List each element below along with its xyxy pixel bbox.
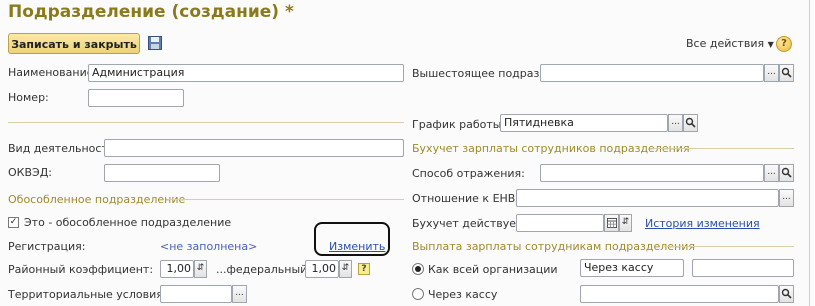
question-hint-icon[interactable]: ? <box>358 263 370 275</box>
reflection-method-label: Способ отражения: <box>412 167 525 180</box>
federal-coefficient-label: ...федеральный: <box>216 263 312 276</box>
accounting-valid-from-field[interactable] <box>516 214 604 232</box>
separate-division-checkbox[interactable]: ✓ <box>8 217 19 228</box>
envd-relation-field[interactable] <box>516 189 779 207</box>
spinner-icon[interactable]: ⇵ <box>194 260 207 278</box>
all-actions-label: Все действия <box>686 37 765 50</box>
magnifier-icon[interactable] <box>779 164 794 182</box>
spinner-icon[interactable]: ⇵ <box>619 214 632 232</box>
spinner-icon[interactable]: ⇵ <box>339 260 352 278</box>
name-field[interactable]: Администрация <box>88 64 404 82</box>
work-schedule-field[interactable]: Пятидневка <box>500 114 668 132</box>
radio-cash[interactable] <box>412 288 424 300</box>
parent-division-field[interactable] <box>540 64 764 82</box>
save-and-close-button[interactable]: Записать и закрыть <box>8 33 140 54</box>
activity-field[interactable] <box>104 139 404 157</box>
work-schedule-label: График работы: <box>412 118 506 131</box>
ellipsis-icon[interactable]: ... <box>668 114 683 132</box>
floppy-disk-icon[interactable] <box>148 36 162 50</box>
magnifier-icon[interactable] <box>779 285 794 303</box>
window-border <box>809 0 810 306</box>
magnifier-icon[interactable] <box>683 114 698 132</box>
highlight-annotation <box>314 222 390 256</box>
calendar-icon[interactable] <box>604 214 619 232</box>
parent-division-label: Вышестоящее подразд.: <box>412 67 555 80</box>
registration-value[interactable]: <не заполнена> <box>160 240 257 253</box>
radio-whole-org-label: Как всей организации <box>428 263 558 276</box>
district-coefficient-label: Районный коэффициент: <box>8 263 154 276</box>
cash-desk-field[interactable] <box>580 285 779 303</box>
divider <box>8 122 404 123</box>
help-icon[interactable]: ? <box>776 36 792 52</box>
name-label: Наименование: <box>8 66 98 79</box>
radio-whole-org[interactable] <box>412 263 424 275</box>
section-divider <box>168 199 404 200</box>
radio-cash-label: Через кассу <box>428 288 498 301</box>
section-divider <box>664 246 794 247</box>
separate-division-checkbox-label: Это - обособленное подразделение <box>24 216 232 229</box>
district-coefficient-field[interactable]: 1,00 <box>160 260 194 278</box>
payment-method-field[interactable]: Через кассу <box>580 259 684 277</box>
reflection-method-field[interactable] <box>540 164 764 182</box>
separate-division-section-title: Обособленное подразделение <box>8 193 186 206</box>
territorial-conditions-field[interactable] <box>160 285 232 303</box>
ellipsis-icon[interactable]: ... <box>779 189 794 207</box>
territorial-conditions-label: Территориальные условия: <box>8 288 167 301</box>
registration-label: Регистрация: <box>8 240 86 253</box>
chevron-down-icon: ▼ <box>767 40 774 49</box>
magnifier-icon[interactable] <box>779 64 794 82</box>
section-divider <box>652 148 794 149</box>
accounting-section-title: Бухучет зарплаты сотрудников подразделен… <box>412 142 690 155</box>
ellipsis-icon[interactable]: ... <box>232 285 247 303</box>
okved-label: ОКВЭД: <box>8 166 52 179</box>
page-title: Подразделение (создание) * <box>8 2 294 22</box>
ellipsis-icon[interactable]: ... <box>764 164 779 182</box>
number-label: Номер: <box>8 91 49 104</box>
federal-coefficient-field[interactable]: 1,00 <box>305 260 339 278</box>
envd-relation-label: Отношение к ЕНВД: <box>412 192 528 205</box>
salary-payment-section-title: Выплата зарплаты сотрудникам подразделен… <box>412 240 695 253</box>
okved-field[interactable] <box>104 164 220 182</box>
all-actions-menu[interactable]: Все действия ▼ <box>686 37 774 50</box>
ellipsis-icon[interactable]: ... <box>764 64 779 82</box>
activity-label: Вид деятельности: <box>8 142 119 155</box>
number-field[interactable] <box>88 89 184 107</box>
payment-detail-field[interactable] <box>692 259 794 277</box>
history-link[interactable]: История изменения <box>645 217 760 230</box>
